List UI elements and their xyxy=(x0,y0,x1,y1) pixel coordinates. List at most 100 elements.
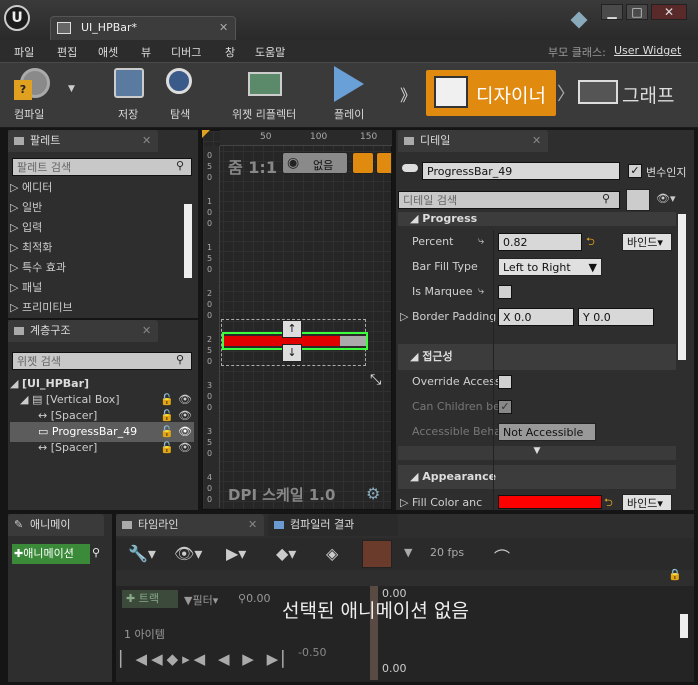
widget-name-input[interactable]: ProgressBar_49 xyxy=(422,162,620,180)
filter-dropdown[interactable]: ▼필터▾ xyxy=(184,592,218,608)
timeline-scrollbar[interactable] xyxy=(680,614,688,638)
screen-size-dropdown[interactable]: ◉ 없음 xyxy=(282,152,348,174)
palette-close-icon[interactable]: ✕ xyxy=(142,130,151,152)
palette-scrollbar[interactable] xyxy=(184,204,192,278)
compile-button[interactable]: ? ▼ 컴파일 xyxy=(8,64,78,124)
override-checkbox[interactable] xyxy=(498,375,512,389)
palette-category[interactable]: ▷ 에디터 xyxy=(8,178,184,198)
close-button[interactable]: ✕ xyxy=(651,4,687,20)
widget-search-input[interactable]: 위젯 검색 xyxy=(12,352,192,370)
category-progress[interactable]: ◢ Progress xyxy=(398,212,676,226)
chevron-down-icon[interactable]: ▼ xyxy=(404,546,412,559)
curve-editor-icon[interactable]: ⌒ xyxy=(494,544,510,568)
padding-x-input[interactable]: X 0.0 xyxy=(498,308,574,326)
save-button[interactable]: 저장 xyxy=(108,64,152,124)
designer-mode-button[interactable]: 디자이너 xyxy=(426,70,556,116)
wrench-icon[interactable]: 🔧▾ xyxy=(128,544,156,563)
animation-tab[interactable]: ✎ 애니메이 xyxy=(8,514,104,536)
palette-category[interactable]: ▷ 특수 효과 xyxy=(8,258,184,278)
palette-category[interactable]: ▷ 일반 xyxy=(8,198,184,218)
graph-mode-button[interactable]: 그래프 xyxy=(574,70,692,116)
details-column-divider[interactable] xyxy=(493,230,494,510)
expand-arrow-icon[interactable]: ▷ xyxy=(400,496,408,509)
tree-item-spacer[interactable]: ↔ [Spacer] 🔓 👁 xyxy=(38,438,194,458)
category-label: 에디터 xyxy=(21,181,53,194)
eye-icon[interactable]: 👁▾ xyxy=(174,544,202,563)
add-animation-button[interactable]: ✚애니메이션 xyxy=(12,544,90,564)
add-track-button[interactable]: ✚ 트랙 xyxy=(122,590,178,608)
search-icon[interactable]: ⚲ xyxy=(92,546,100,559)
compile-dropdown-icon[interactable]: ▼ xyxy=(68,84,75,94)
move-down-button[interactable]: ↓ xyxy=(282,344,302,362)
expand-arrow-icon[interactable]: ▷ xyxy=(400,310,408,323)
palette-category[interactable]: ▷ 최적화 xyxy=(8,238,184,258)
dpi-scale-label: DPI 스케일 1.0 xyxy=(228,486,336,504)
compiler-title: 컴파일러 결과 xyxy=(290,518,355,531)
menu-view[interactable]: 뷰 xyxy=(141,44,151,60)
palette-search-input[interactable]: 팔레트 검색 xyxy=(12,158,192,176)
palette-category[interactable]: ▷ 프리미티브 xyxy=(8,298,184,318)
snap-icon[interactable]: ◈ xyxy=(326,544,338,563)
ruler-top: 50 100 150 xyxy=(220,130,392,146)
details-scrollbar[interactable] xyxy=(678,214,686,360)
auto-key-button[interactable] xyxy=(362,540,392,568)
fps-dropdown[interactable]: 20 fps xyxy=(430,546,464,559)
fill-screen-button[interactable] xyxy=(352,152,374,174)
hierarchy-tab[interactable]: 계층구조 ✕ xyxy=(8,320,158,342)
compiler-results-tab[interactable]: 컴파일러 결과 xyxy=(268,514,398,536)
timeline-tab[interactable]: 타임라인 ✕ xyxy=(116,514,264,536)
category-appearance[interactable]: ◢ Appearance xyxy=(398,465,676,489)
menu-asset[interactable]: 애셋 xyxy=(98,44,118,60)
play-options-icon[interactable]: ▶▾ xyxy=(226,544,246,563)
lock-icon[interactable]: 🔓 xyxy=(160,438,174,458)
view-options-eye-icon[interactable]: 👁▾ xyxy=(656,192,676,205)
fill-screen-button-2[interactable] xyxy=(376,152,392,174)
parent-class-link[interactable]: User Widget xyxy=(614,44,681,57)
is-variable-checkbox[interactable]: ✓ xyxy=(628,164,642,178)
browse-button[interactable]: 탐색 xyxy=(160,64,204,124)
details-search-input[interactable]: 디테일 검색 xyxy=(398,191,620,209)
widget-reflector-button[interactable]: 위젯 리플렉터 xyxy=(222,64,312,124)
menu-help[interactable]: 도움말 xyxy=(255,44,285,60)
time-field[interactable]: ⚲0.00 xyxy=(238,592,271,605)
fill-color-swatch[interactable] xyxy=(498,495,602,509)
play-button[interactable]: 플레이 xyxy=(326,64,376,124)
palette-category[interactable]: ▷ 패널 xyxy=(8,278,184,298)
padding-y-input[interactable]: Y 0.0 xyxy=(578,308,654,326)
bind-dropdown[interactable]: 바인드▾ xyxy=(622,233,672,251)
timeline-close-icon[interactable]: ✕ xyxy=(248,514,257,536)
details-tab[interactable]: 디테일 ✕ xyxy=(398,130,548,152)
palette-category[interactable]: ▷ 입력 xyxy=(8,218,184,238)
maximize-button[interactable]: □ xyxy=(626,4,648,20)
minimize-button[interactable]: ▁ xyxy=(601,4,623,20)
magnifier-icon xyxy=(166,68,192,94)
advanced-expander[interactable]: ▼ xyxy=(398,446,676,460)
lock-icon[interactable]: 🔒 xyxy=(668,568,682,581)
visibility-eye-icon[interactable]: 👁 xyxy=(178,438,192,458)
hierarchy-close-icon[interactable]: ✕ xyxy=(142,320,151,342)
reset-to-default-icon[interactable]: ⮌ xyxy=(586,233,595,252)
bar-fill-type-dropdown[interactable]: Left to Right ▼ xyxy=(498,258,602,276)
playback-controls[interactable]: ▏◀◀◆▸◀ ◀ ▶ ▶▏ xyxy=(120,650,298,668)
menu-file[interactable]: 파일 xyxy=(14,44,34,60)
dpi-settings-gear-icon[interactable]: ⚙ xyxy=(366,484,380,503)
move-up-button[interactable]: ↑ xyxy=(282,320,302,338)
fill-bind-dropdown[interactable]: 바인드▾ xyxy=(622,494,672,510)
menu-window[interactable]: 창 xyxy=(225,44,235,60)
palette-tab[interactable]: 팔레트 ✕ xyxy=(8,130,158,152)
percent-input[interactable]: 0.82 xyxy=(498,233,582,251)
menu-debug[interactable]: 디버그 xyxy=(171,44,201,60)
property-matrix-button[interactable] xyxy=(626,189,650,211)
is-marquee-checkbox[interactable] xyxy=(498,285,512,299)
ruler-tick-label: 0 xyxy=(207,300,213,309)
resize-handle-icon[interactable]: ⤡ xyxy=(370,372,381,388)
details-close-icon[interactable]: ✕ xyxy=(532,130,541,152)
reset-to-default-icon[interactable]: ⮌ xyxy=(604,494,613,510)
category-accessibility[interactable]: ◢ 접근성 xyxy=(398,344,676,370)
ruler-tick-label: 2 xyxy=(207,289,213,298)
close-tab-icon[interactable]: ✕ xyxy=(219,21,228,34)
ruler-tick-label: 4 xyxy=(207,473,213,482)
menu-edit[interactable]: 편집 xyxy=(57,44,77,60)
document-tab[interactable]: UI_HPBar* ✕ xyxy=(50,16,236,40)
keyframe-icon[interactable]: ◆▾ xyxy=(276,544,296,563)
